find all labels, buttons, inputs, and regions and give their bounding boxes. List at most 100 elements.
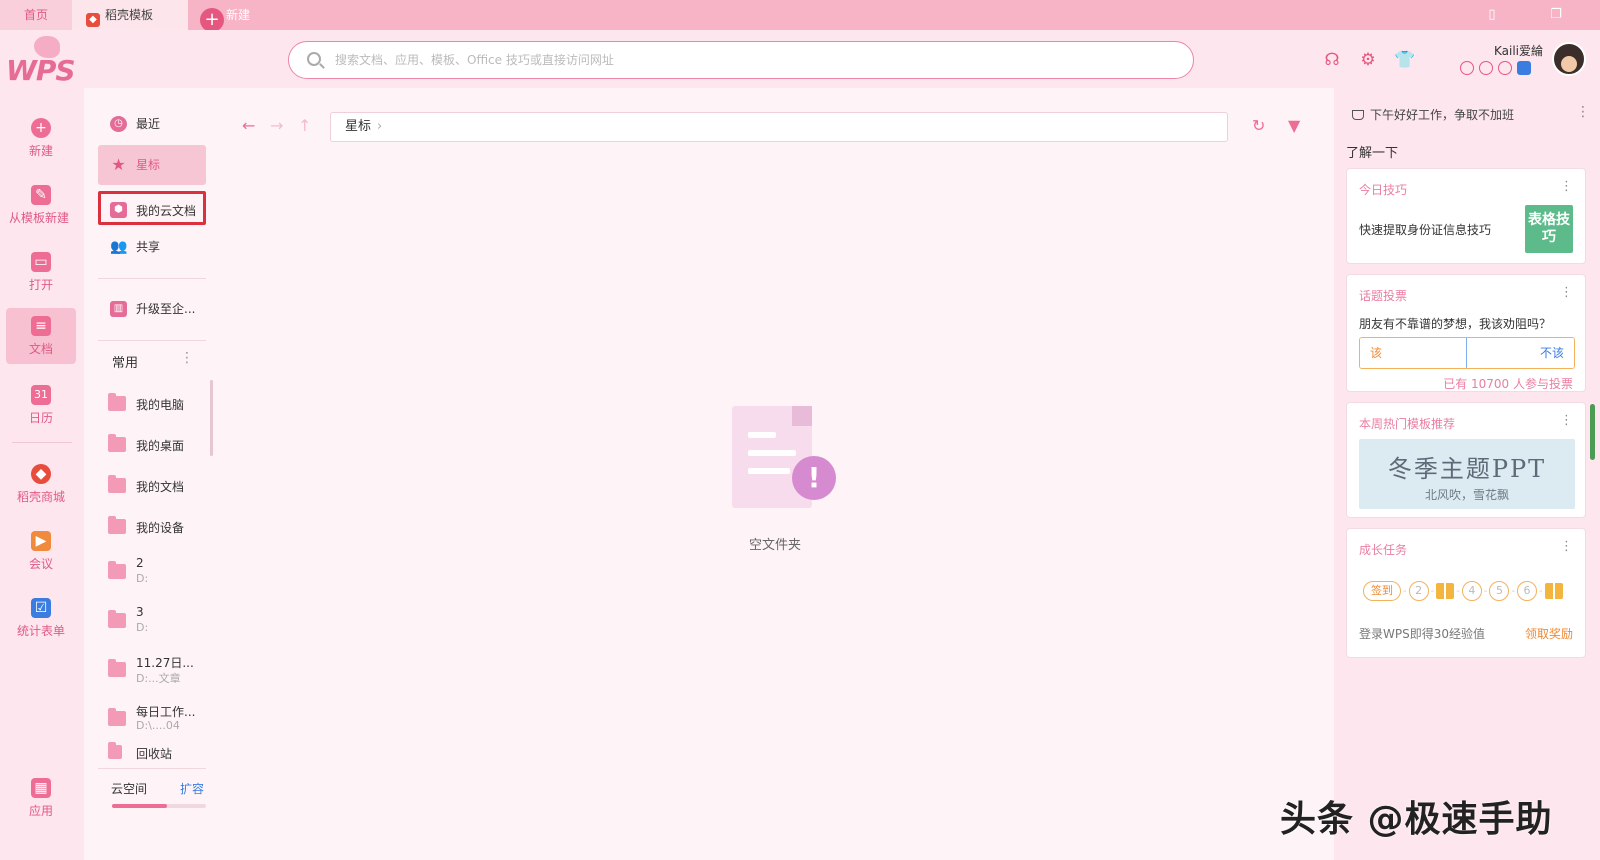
rail-docs[interactable]: ≡ 文档: [6, 308, 76, 364]
refresh-icon[interactable]: ↻: [1252, 116, 1265, 135]
badge-icon[interactable]: [1460, 61, 1474, 75]
vote-card: 话题投票 ⋮ 朋友有不靠谱的梦想，我该劝阻吗？ 该 不该 已有 10700 人参…: [1346, 274, 1586, 392]
calendar-icon: 31: [31, 385, 51, 405]
tip-card[interactable]: 今日技巧 ⋮ 快速提取身份证信息技巧 表格技巧: [1346, 168, 1586, 264]
expand-storage-link[interactable]: 扩容: [180, 780, 204, 797]
tab-template[interactable]: ◆ 稻壳模板: [72, 0, 188, 30]
folder-item[interactable]: 我的电脑: [108, 384, 218, 428]
rail-divider: [12, 442, 72, 443]
folder-item[interactable]: 2 D:: [108, 552, 218, 596]
rail-store[interactable]: ◆ 稻壳商城: [6, 456, 76, 512]
breadcrumb-item[interactable]: 星标: [345, 119, 371, 134]
rail-apps[interactable]: ▦ 应用: [6, 770, 76, 826]
checkin-step: 5: [1489, 581, 1510, 601]
plus-circle-icon: +: [31, 118, 51, 138]
rail-meeting[interactable]: ▶ 会议: [6, 523, 76, 579]
avatar[interactable]: [1552, 42, 1586, 76]
skin-shirt-icon[interactable]: 👕: [1394, 50, 1415, 70]
folder-icon: [108, 434, 126, 452]
greeting: 下午好好工作，争取不加班: [1352, 106, 1514, 123]
folder-item[interactable]: 我的桌面: [108, 425, 218, 469]
vote-yes-button[interactable]: 该: [1360, 338, 1468, 368]
empty-folder-text: 空文件夹: [749, 538, 802, 553]
breadcrumb[interactable]: 星标 ›: [330, 112, 1228, 142]
chevron-right-icon: ›: [377, 119, 383, 134]
apps-grid-icon: ▦: [31, 778, 51, 798]
document-icon: ≡: [31, 316, 51, 336]
badge-icon[interactable]: [1517, 61, 1531, 75]
more-icon[interactable]: ⋮: [1560, 285, 1573, 300]
folder-icon: [108, 475, 126, 493]
badge-icon[interactable]: [1479, 61, 1493, 75]
coffee-cup-icon: [1352, 110, 1364, 120]
folder-icon: [108, 393, 126, 411]
building-icon: ▥: [110, 301, 127, 317]
template-thumbnail[interactable]: 冬季主题PPT 北风吹，雪花飘: [1359, 439, 1575, 509]
more-icon[interactable]: ⋮: [1560, 539, 1573, 554]
star-icon: ★: [111, 155, 126, 174]
doc-line: [748, 450, 796, 456]
cloud-space-label: 云空间: [111, 782, 148, 796]
rail-new[interactable]: + 新建: [6, 110, 76, 166]
sidebar-divider: [98, 340, 206, 341]
headset-icon[interactable]: ☊: [1322, 50, 1342, 70]
search-box[interactable]: [288, 41, 1194, 79]
tab-new-label: 新建: [226, 8, 251, 22]
checkin-step: 6: [1517, 581, 1538, 601]
nav-recent[interactable]: ◷ 最近: [98, 104, 206, 144]
template-card[interactable]: 本周热门模板推荐 ⋮ 冬季主题PPT 北风吹，雪花飘: [1346, 402, 1586, 518]
warning-icon: !: [792, 456, 836, 500]
rail-forms[interactable]: ☑ 统计表单: [6, 590, 76, 646]
more-icon[interactable]: ⋮: [180, 350, 194, 366]
folder-item[interactable]: 我的文档: [108, 466, 218, 510]
wps-logo: WPS: [6, 34, 76, 87]
rail-calendar[interactable]: 31 日历: [6, 377, 76, 433]
clock-icon: ◷: [110, 116, 127, 132]
username[interactable]: Kaili爱綸: [1494, 42, 1543, 59]
vote-bar: 该 不该: [1359, 337, 1575, 369]
right-panel-scrollbar[interactable]: [1590, 404, 1595, 460]
doc-line: [748, 432, 776, 438]
folder-icon: [108, 610, 126, 628]
rail-open[interactable]: ▭ 打开: [6, 244, 76, 300]
more-icon[interactable]: ⋮: [1560, 413, 1573, 428]
checkin-step[interactable]: 签到: [1363, 581, 1401, 601]
folder-icon: [108, 659, 126, 677]
vote-no-button[interactable]: 不该: [1466, 338, 1574, 368]
rail-from-template[interactable]: ✎ 从模板新建: [6, 177, 76, 233]
tab-template-label: 稻壳模板: [105, 8, 154, 22]
cloud-usage-bar: [112, 804, 206, 808]
tab-new[interactable]: + 新建: [196, 0, 286, 32]
restore-window-icon[interactable]: ▯: [1482, 5, 1502, 25]
gift-icon: [1544, 583, 1563, 599]
growth-task-card: 成长任务 ⋮ 签到 -2- -4-5-6- 登录WPS即得30经验值 领取奖励: [1346, 528, 1586, 658]
nav-starred[interactable]: ★ 星标: [98, 145, 206, 185]
nav-shared[interactable]: 👥 共享: [98, 227, 206, 267]
back-arrow-icon[interactable]: ←: [242, 116, 255, 135]
nav-cloud-docs[interactable]: ⬢ 我的云文档: [98, 191, 206, 225]
folder-icon: [108, 561, 126, 579]
folder-item[interactable]: 11.27日... D:...文章: [108, 650, 218, 694]
badge-icon[interactable]: [1498, 61, 1512, 75]
checkin-step: 4: [1461, 581, 1482, 601]
more-icon[interactable]: ⋮: [1576, 104, 1590, 120]
gift-icon: [1436, 583, 1455, 599]
more-icon[interactable]: ⋮: [1560, 179, 1573, 194]
nav-upgrade[interactable]: ▥ 升级至企...: [98, 289, 206, 329]
search-icon: [307, 52, 321, 66]
search-input[interactable]: [335, 48, 1175, 72]
filter-icon[interactable]: ▼: [1288, 116, 1300, 135]
member-badges: [1460, 61, 1536, 77]
sidebar-scrollbar[interactable]: [210, 380, 213, 456]
up-arrow-icon[interactable]: ↑: [298, 116, 311, 135]
checkin-steps: 签到 -2- -4-5-6-: [1363, 581, 1563, 603]
tab-home[interactable]: 首页: [0, 0, 72, 30]
forward-arrow-icon[interactable]: →: [270, 116, 283, 135]
maximize-icon[interactable]: ❐: [1546, 5, 1566, 25]
gear-icon[interactable]: ⚙: [1358, 50, 1378, 70]
claim-reward-link[interactable]: 领取奖励: [1525, 625, 1573, 642]
folder-item[interactable]: 3 D:: [108, 601, 218, 645]
learn-more-label: 了解一下: [1346, 146, 1399, 161]
trash-item[interactable]: 回收站: [108, 733, 218, 777]
folder-item[interactable]: 我的设备: [108, 507, 218, 551]
